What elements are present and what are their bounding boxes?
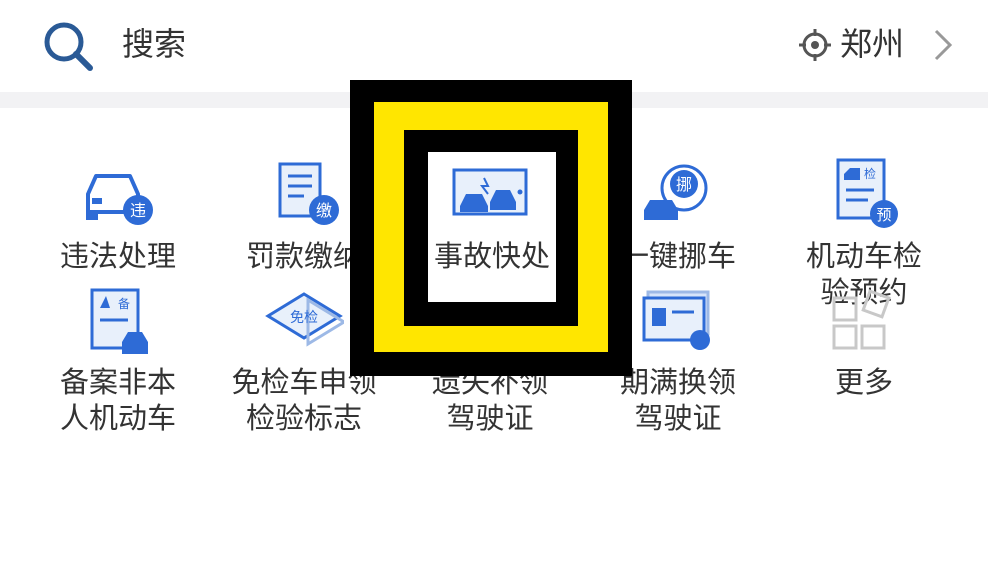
service-label: 备案非本 人机动车 [59,365,176,435]
service-item-vehicle-filing[interactable]: 备 备案非本 人机动车 [28,0,208,586]
svg-text:免检: 免检 [290,310,318,326]
vehicle-filing-icon: 备 [90,288,148,354]
exempt-inspection-icon: 免检 [265,292,344,347]
accident-quick-handle-icon [452,168,528,216]
accident-quick-handle-label: 事故快处 [433,239,550,273]
svg-text:备: 备 [118,297,130,311]
service-label: 更多 [834,365,893,399]
license-renewal-icon [642,290,710,350]
service-item-more[interactable]: 更多 [774,0,954,586]
more-grid-icon [832,289,891,350]
